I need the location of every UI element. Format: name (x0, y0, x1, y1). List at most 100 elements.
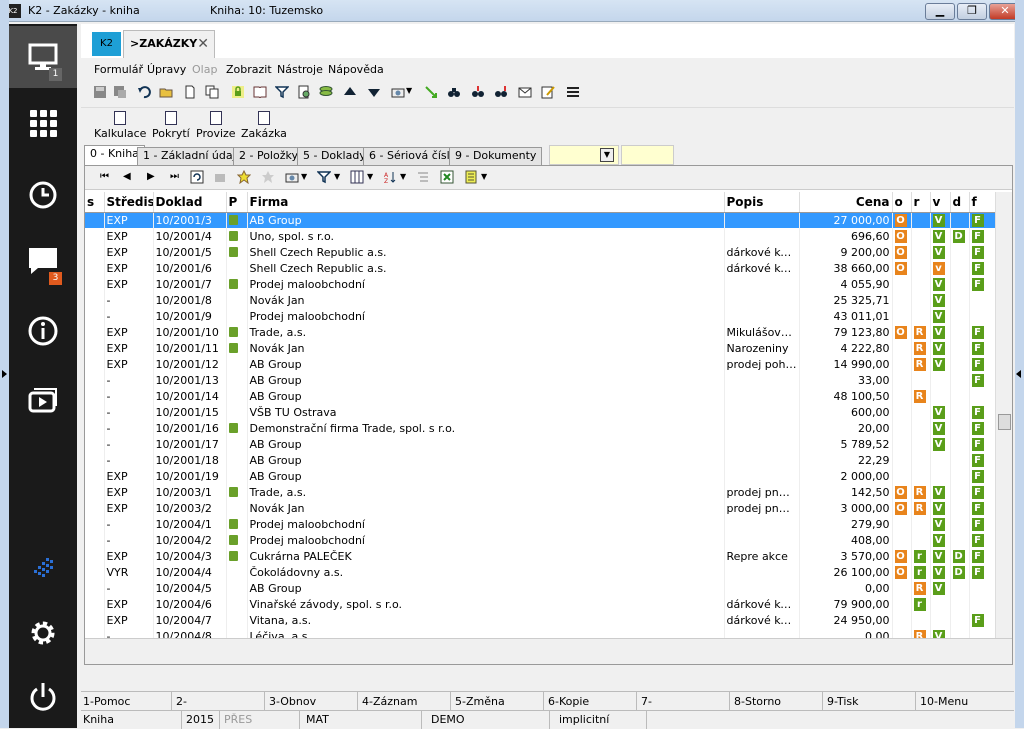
find-document-icon[interactable] (297, 85, 311, 99)
close-tab-icon[interactable]: ✕ (197, 31, 209, 57)
table-row[interactable]: EXP 10/2001/10 Trade, a.s. Mikulášová ... 79… (85, 324, 996, 340)
green-arrow-icon[interactable] (424, 85, 438, 99)
camera-icon[interactable] (391, 85, 405, 99)
table-row[interactable]: EXP 10/2001/19 AB Group 2 000,00 F (85, 468, 996, 484)
provize-button[interactable]: Provize (196, 111, 236, 140)
table-row[interactable]: -10/2001/16 Demonstrační firma Trade, spo… (85, 420, 996, 436)
filter-combo[interactable]: ▼ (549, 145, 619, 165)
mail-icon[interactable] (518, 85, 532, 99)
fkey-4[interactable]: 4-Záznam (362, 695, 417, 708)
report-dropdown-icon[interactable]: ▼ (481, 172, 487, 181)
undo-icon[interactable] (137, 85, 151, 99)
col-v[interactable]: v (930, 192, 951, 213)
columns-dropdown-icon[interactable]: ▼ (367, 172, 373, 181)
sidebar-media[interactable] (9, 370, 77, 432)
tab-k2[interactable]: K2 (92, 32, 121, 56)
col-f[interactable]: f (969, 192, 996, 213)
report-icon[interactable] (464, 170, 478, 184)
table-row[interactable]: EXP 10/2001/7 Prodej maloobchodní 4 055,90 V… (85, 276, 996, 292)
binoculars-next-icon[interactable] (471, 85, 485, 99)
fkey-6[interactable]: 6-Kopie (548, 695, 589, 708)
sidebar-apps[interactable] (9, 92, 77, 154)
fkey-7[interactable]: 7- (641, 695, 652, 708)
zakazka-button[interactable]: Zakázka (241, 111, 287, 140)
edit-note-icon[interactable] (541, 85, 555, 99)
kalkulace-button[interactable]: Kalkulace (94, 111, 146, 140)
minimize-button[interactable]: ▁ (925, 3, 955, 20)
copy-icon[interactable] (205, 85, 219, 99)
menu-zobrazit[interactable]: Zobrazit (226, 63, 272, 76)
camera-dropdown-icon[interactable]: ▼ (301, 172, 307, 181)
col-popis[interactable]: Popis (724, 192, 800, 213)
table-row[interactable]: -10/2001/13 AB Group 33,00 F (85, 372, 996, 388)
table-row[interactable]: -10/2001/18 AB Group 22,29 F (85, 452, 996, 468)
col-o[interactable]: o (892, 192, 912, 213)
col-p[interactable]: P (226, 192, 248, 213)
table-row[interactable]: EXP 10/2004/7 Vitana, a.s. dárkové koš... 24… (85, 612, 996, 628)
table-row[interactable]: EXP 10/2004/6 Vinařské závody, spol. s r.o… (85, 596, 996, 612)
fkey-5[interactable]: 5-Změna (455, 695, 505, 708)
sidebar-power[interactable] (9, 666, 77, 728)
table-row[interactable]: EXP 10/2001/5 Shell Czech Republic a.s. dár… (85, 244, 996, 260)
table-row[interactable]: -10/2001/9 Prodej maloobchodní 43 011,01 V (85, 308, 996, 324)
vertical-scrollbar[interactable] (995, 192, 1012, 638)
col-d[interactable]: d (950, 192, 970, 213)
table-row[interactable]: -10/2004/5 AB Group 0,00 R V (85, 580, 996, 596)
table-row[interactable]: EXP 10/2001/12 AB Group prodej pohonu 14 990… (85, 356, 996, 372)
table-row[interactable]: -10/2004/1 Prodej maloobchodní 279,90 V F (85, 516, 996, 532)
prev-record-icon[interactable]: ◀ (123, 171, 131, 182)
col-cena[interactable]: Cena (799, 192, 893, 213)
save-icon[interactable] (93, 85, 107, 99)
excel-export-icon[interactable] (440, 170, 454, 184)
subtab-zakladni-udaje[interactable]: 1 - Základní údaje (137, 147, 249, 165)
filter-field[interactable] (621, 145, 674, 165)
table-row[interactable]: -10/2001/15 VŠB TU Ostrava 600,00 V F (85, 404, 996, 420)
sidebar-info[interactable] (9, 300, 77, 362)
fkey-8[interactable]: 8-Storno (734, 695, 781, 708)
combo-dropdown-icon[interactable]: ▼ (600, 148, 614, 162)
filter-dropdown-icon[interactable]: ▼ (334, 172, 340, 181)
menu-formular[interactable]: Formulář (94, 63, 143, 76)
save-as-icon[interactable] (113, 85, 127, 99)
binoculars-prev-icon[interactable] (494, 85, 508, 99)
col-firma[interactable]: Firma (247, 192, 725, 213)
col-r[interactable]: r (911, 192, 931, 213)
sort-dropdown-icon[interactable]: ▼ (400, 172, 406, 181)
table-row[interactable]: VYR 10/2004/4 Čokoládovny a.s. 26 100,00 Or V… (85, 564, 996, 580)
sidebar-messages[interactable]: 3 (9, 230, 77, 292)
open-folder-icon[interactable] (159, 85, 173, 99)
table-row[interactable]: EXP 10/2003/2 Novák Jan prodej pneu... 3 000… (85, 500, 996, 516)
camera-icon[interactable] (285, 170, 299, 184)
sidebar-logo[interactable] (9, 538, 77, 600)
add-star-icon[interactable] (237, 170, 251, 184)
table-row[interactable]: EXP 10/2003/1 Trade, a.s. prodej pneu... 142… (85, 484, 996, 500)
table-row[interactable]: EXP 10/2004/3 Cukrárna PALEČEK Repre akce 3 … (85, 548, 996, 564)
new-document-icon[interactable] (183, 85, 197, 99)
restore-button[interactable]: ❐ (957, 3, 987, 20)
col-doklad[interactable]: Doklad (153, 192, 227, 213)
table-row[interactable]: -10/2004/2 Prodej maloobchodní 408,00 V F (85, 532, 996, 548)
tab-zakazky[interactable]: >ZAKÁZKY ✕ (123, 30, 215, 58)
table-row[interactable]: -10/2001/8 Novák Jan 25 325,71 V (85, 292, 996, 308)
stack-icon[interactable] (319, 85, 333, 99)
binoculars-icon[interactable] (447, 85, 461, 99)
subtab-kniha[interactable]: 0 - Kniha (84, 145, 145, 165)
book-icon[interactable] (253, 85, 267, 99)
sort-az-icon[interactable]: AZ (383, 170, 397, 184)
col-s[interactable]: s (85, 192, 105, 213)
fkey-2[interactable]: 2- (176, 695, 187, 708)
menu-upravy[interactable]: Úpravy (147, 63, 186, 76)
filter-icon[interactable] (317, 170, 331, 184)
subtab-dokumenty[interactable]: 9 - Dokumenty (449, 147, 543, 165)
subtab-polozky[interactable]: 2 - Položky (233, 147, 304, 165)
last-record-icon[interactable]: ⏭ (170, 171, 179, 182)
fkey-1[interactable]: 1-Pomoc (83, 695, 130, 708)
table-row[interactable]: -10/2001/17 AB Group 5 789,52 V F (85, 436, 996, 452)
sidebar-history[interactable] (9, 164, 77, 226)
filter-icon[interactable] (275, 85, 289, 99)
fkey-10[interactable]: 10-Menu (920, 695, 968, 708)
table-row[interactable]: -10/2001/14 AB Group 48 100,50 R (85, 388, 996, 404)
fkey-9[interactable]: 9-Tisk (827, 695, 859, 708)
horizontal-scrollbar[interactable] (85, 638, 1012, 664)
sidebar-settings[interactable] (9, 602, 77, 664)
